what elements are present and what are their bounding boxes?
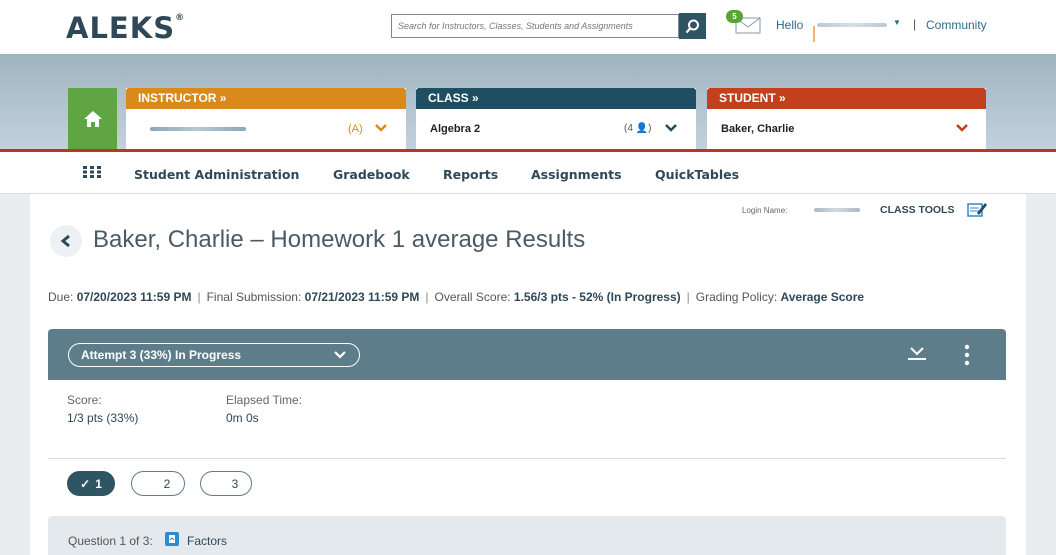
nav-quicktables[interactable]: QuickTables: [655, 167, 739, 182]
caret-down-icon: ▼: [893, 18, 901, 27]
class-tools-button[interactable]: CLASS TOOLS: [880, 204, 954, 216]
download-icon[interactable]: [906, 345, 928, 361]
grading-policy-value: Average Score: [780, 290, 865, 304]
final-submission-value: 07/21/2023 11:59 PM: [304, 290, 420, 304]
final-submission-label: Final Submission:: [206, 290, 302, 304]
chevron-down-icon: [334, 351, 346, 359]
back-button[interactable]: [50, 225, 82, 257]
chevron-down-icon: [375, 124, 387, 132]
due-label: Due:: [48, 290, 74, 304]
hello-text: Hello: [776, 18, 804, 32]
attempt-selected-label: Attempt 3 (33%) In Progress: [81, 348, 242, 362]
question-pill-2[interactable]: 2: [131, 471, 185, 496]
question-topic: Factors: [187, 534, 228, 548]
home-icon: [83, 111, 102, 127]
student-selector[interactable]: STUDENT » Baker, Charlie: [707, 88, 986, 150]
class-student-count: (4 👤): [624, 123, 652, 134]
question-pill-1[interactable]: ✓ 1: [67, 471, 115, 496]
due-value: 07/20/2023 11:59 PM: [76, 290, 192, 304]
topic-icon: [165, 532, 179, 546]
meta-separator: |: [425, 290, 429, 304]
user-menu[interactable]: ▼: [813, 18, 909, 42]
more-options-icon[interactable]: [962, 344, 972, 366]
attempt-dropdown[interactable]: Attempt 3 (33%) In Progress: [68, 343, 360, 367]
login-name-redacted: [814, 208, 860, 212]
score-label: Score:: [67, 393, 102, 407]
aleks-logo[interactable]: ALEKS®: [66, 11, 185, 45]
cursor-marker: [813, 26, 815, 42]
nav-assignments[interactable]: Assignments: [531, 167, 622, 182]
app-grid-icon[interactable]: [83, 166, 101, 178]
elapsed-time-value: 0m 0s: [226, 411, 259, 425]
chevron-down-icon: [956, 124, 968, 132]
home-button[interactable]: [68, 88, 117, 150]
meta-separator: |: [686, 290, 690, 304]
assignment-meta: Due: 07/20/2023 11:59 PM | Final Submissio…: [48, 290, 864, 304]
community-link[interactable]: Community: [926, 18, 987, 32]
search-icon: [685, 19, 699, 33]
search-button[interactable]: [679, 13, 706, 39]
score-value: 1/3 pts (33%): [67, 411, 139, 425]
user-name-redacted: [817, 23, 887, 27]
grading-policy-label: Grading Policy:: [695, 290, 778, 304]
class-name: Algebra 2: [430, 123, 481, 135]
meta-separator: |: [197, 290, 201, 304]
section-divider: [48, 458, 1006, 459]
header-separator: |: [913, 17, 917, 31]
search-input[interactable]: [391, 14, 679, 38]
nav-gradebook[interactable]: Gradebook: [333, 167, 410, 182]
elapsed-time-label: Elapsed Time:: [226, 393, 303, 407]
student-name: Baker, Charlie: [721, 123, 795, 135]
overall-score-value: 1.56/3 pts - 52% (In Progress): [513, 290, 681, 304]
question-pill-3[interactable]: 3: [200, 471, 252, 496]
student-tab-label: STUDENT »: [707, 88, 986, 109]
class-tab-label: CLASS »: [416, 88, 696, 109]
chevron-down-icon: [665, 124, 677, 132]
messages-button[interactable]: 5: [726, 10, 762, 36]
login-name-label: Login Name:: [742, 206, 788, 215]
instructor-tab-label: INSTRUCTOR »: [126, 88, 406, 109]
instructor-selector[interactable]: INSTRUCTOR » (A): [126, 88, 406, 150]
instructor-name-redacted: [150, 127, 246, 131]
message-count-badge: 5: [726, 10, 743, 23]
instructor-count: (A): [348, 123, 363, 135]
nav-reports[interactable]: Reports: [443, 167, 498, 182]
chevron-left-icon: [60, 234, 70, 248]
nav-student-administration[interactable]: Student Administration: [134, 167, 299, 182]
top-bar: ALEKS® 5 Hello ▼ | Community: [0, 0, 1056, 54]
question-number-label: Question 1 of 3:: [68, 534, 153, 548]
edit-tools-icon[interactable]: [967, 201, 987, 217]
main-nav: Student Administration Gradebook Reports…: [0, 152, 1056, 194]
overall-score-label: Overall Score:: [434, 290, 511, 304]
page-title: Baker, Charlie – Homework 1 average Resu…: [93, 226, 586, 253]
class-selector[interactable]: CLASS » Algebra 2 (4 👤): [416, 88, 696, 150]
checkmark-icon: ✓: [80, 476, 91, 491]
